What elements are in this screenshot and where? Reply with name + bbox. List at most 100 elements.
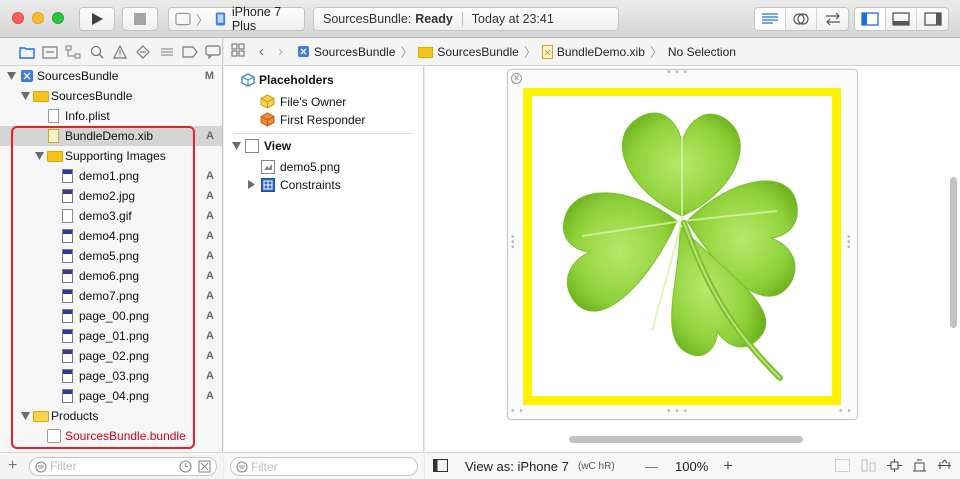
tab-debug[interactable] [158, 42, 175, 61]
align-icon[interactable] [861, 459, 876, 475]
recent-files-icon[interactable] [179, 459, 192, 476]
forward-arrow-icon[interactable]: › [278, 43, 283, 60]
resize-handle-right[interactable]: • • • [847, 233, 852, 253]
view-as-label[interactable]: View as: iPhone 7 [465, 459, 569, 474]
tab-symbols[interactable] [65, 42, 82, 61]
text-lines-icon [762, 13, 778, 24]
tree-row-image[interactable]: page_04.png A [0, 386, 222, 406]
pin-icon[interactable] [887, 459, 902, 475]
tree-row-folder[interactable]: Supporting Images [0, 146, 222, 166]
view-area-group [854, 7, 949, 31]
image-file-icon [62, 289, 73, 303]
clover-image[interactable] [532, 96, 832, 396]
outline-view-row[interactable]: View [232, 139, 291, 153]
tab-reports[interactable] [205, 42, 222, 61]
tab-source-control[interactable] [41, 42, 58, 61]
toggle-navigator-button[interactable] [855, 8, 886, 30]
filter-icon [236, 461, 248, 476]
tree-label: page_04.png [79, 389, 150, 403]
outline-image-view-row[interactable]: demo5.png [261, 160, 340, 174]
breadcrumb-project[interactable]: SourcesBundle [297, 45, 395, 59]
tree-row-file-selected[interactable]: BundleDemo.xib A [0, 126, 222, 146]
tab-issues[interactable] [111, 42, 128, 61]
tab-breakpoints[interactable] [181, 42, 198, 61]
scm-filter-icon[interactable] [198, 459, 211, 476]
outline-first-responder[interactable]: First Responder [260, 112, 365, 127]
disclosure-closed-icon[interactable] [248, 178, 255, 192]
tree-row-image[interactable]: demo5.png A [0, 246, 222, 266]
outline-files-owner[interactable]: File's Owner [260, 94, 346, 109]
tree-row-image[interactable]: demo2.jpg A [0, 186, 222, 206]
add-file-button[interactable]: + [8, 457, 22, 475]
tab-find[interactable] [88, 42, 105, 61]
minimize-window-button[interactable] [32, 12, 44, 24]
size-class-label: (wC hR) [578, 460, 615, 472]
folder-icon [18, 46, 35, 59]
horizontal-scrollbar[interactable] [569, 436, 803, 443]
scene-view-frame[interactable]: × • • • • • • • • • • • • • • • • [507, 67, 858, 420]
tree-row-folder[interactable]: Products [0, 406, 222, 426]
tree-row-image[interactable]: demo3.gif A [0, 206, 222, 226]
outline-constraints-row[interactable]: Constraints [248, 178, 341, 192]
tab-tests[interactable] [135, 42, 152, 61]
back-arrow-icon[interactable]: ‹ [259, 43, 264, 60]
disclosure-open-icon[interactable] [34, 151, 44, 161]
breadcrumb-folder[interactable]: SourcesBundle [418, 45, 519, 59]
resize-handle-bottom-left[interactable]: • • [511, 406, 524, 417]
disclosure-open-icon[interactable] [20, 411, 30, 421]
vertical-scrollbar[interactable] [950, 177, 957, 328]
image-file-icon [62, 389, 73, 403]
standard-editor-button[interactable] [755, 8, 786, 30]
disclosure-open-icon[interactable] [232, 139, 241, 153]
resolve-issues-icon[interactable] [912, 459, 927, 475]
tree-row-file[interactable]: Info.plist [0, 106, 222, 126]
source-control-icon [42, 45, 58, 59]
tree-row-image[interactable]: page_03.png A [0, 366, 222, 386]
toggle-outline-icon[interactable] [432, 458, 449, 475]
editor-mode-group [754, 7, 849, 31]
zoom-out-button[interactable]: — [645, 459, 658, 474]
tree-row-image[interactable]: page_00.png A [0, 306, 222, 326]
stop-icon [134, 13, 146, 25]
tree-row-product[interactable]: SourcesBundle.bundle [0, 426, 222, 446]
related-items-icon[interactable] [231, 43, 245, 60]
scheme-selector[interactable]: 〉 iPhone 7 Plus [168, 5, 305, 33]
close-scene-icon[interactable]: × [511, 73, 522, 84]
folder-icon [33, 411, 49, 422]
tree-row-image[interactable]: demo6.png A [0, 266, 222, 286]
outline-placeholders-header[interactable]: Placeholders [241, 73, 334, 87]
toggle-utilities-button[interactable] [917, 8, 948, 30]
tree-row-image[interactable]: demo1.png A [0, 166, 222, 186]
disclosure-open-icon[interactable] [20, 91, 30, 101]
resizing-behavior-icon[interactable] [937, 459, 952, 475]
resize-handle-bottom[interactable]: • • • [667, 406, 688, 417]
tab-project[interactable] [18, 42, 35, 61]
assistant-editor-button[interactable] [786, 8, 817, 30]
breadcrumb-selection[interactable]: No Selection [668, 45, 736, 59]
close-window-button[interactable] [12, 12, 24, 24]
run-button[interactable] [79, 7, 115, 31]
stop-button[interactable] [122, 7, 158, 31]
cube-outline-icon [241, 73, 255, 87]
tree-row-project[interactable]: SourcesBundle M [0, 66, 222, 86]
resize-handle-bottom-right[interactable]: • • [839, 406, 852, 417]
disclosure-open-icon[interactable] [6, 71, 16, 81]
tree-row-image[interactable]: page_01.png A [0, 326, 222, 346]
resize-handle-top[interactable]: • • • [667, 67, 688, 78]
tree-row-folder[interactable]: SourcesBundle [0, 86, 222, 106]
resize-handle-left[interactable]: • • • [511, 233, 516, 253]
version-editor-button[interactable] [817, 8, 848, 30]
image-view-background[interactable] [523, 88, 841, 405]
tree-row-image[interactable]: demo7.png A [0, 286, 222, 306]
zoom-window-button[interactable] [52, 12, 64, 24]
zoom-in-button[interactable]: + [723, 456, 733, 476]
tree-row-image[interactable]: page_02.png A [0, 346, 222, 366]
diamond-icon [136, 44, 151, 59]
tree-row-image[interactable]: demo4.png A [0, 226, 222, 246]
navigator-filter-input[interactable]: Filter [29, 456, 217, 476]
spray-icon [160, 47, 173, 56]
breadcrumb-file[interactable]: BundleDemo.xib [541, 44, 645, 59]
embed-stack-icon[interactable] [835, 459, 850, 475]
outline-filter-input[interactable]: Filter [230, 457, 418, 476]
toggle-debug-area-button[interactable] [886, 8, 917, 30]
